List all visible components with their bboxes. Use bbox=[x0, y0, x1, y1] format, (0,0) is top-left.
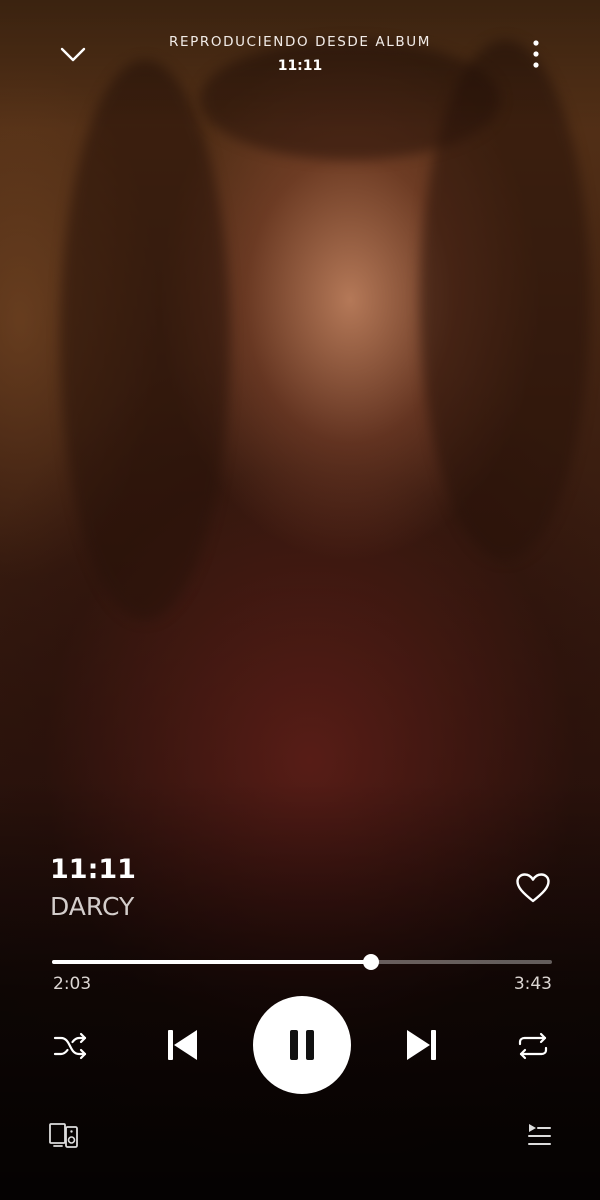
repeat-button[interactable] bbox=[510, 1024, 556, 1068]
more-vertical-icon bbox=[533, 40, 539, 68]
queue-button[interactable] bbox=[520, 1118, 558, 1152]
connect-devices-button[interactable] bbox=[44, 1118, 84, 1152]
pause-icon bbox=[290, 1030, 314, 1060]
progress-knob[interactable] bbox=[362, 954, 379, 970]
skip-next-icon bbox=[407, 1030, 436, 1060]
album-title[interactable]: 11:11 bbox=[0, 58, 600, 74]
track-title[interactable]: 11:11 bbox=[50, 854, 136, 885]
heart-outline-icon bbox=[516, 873, 550, 903]
shuffle-button[interactable] bbox=[48, 1024, 92, 1068]
like-button[interactable] bbox=[508, 866, 558, 910]
elapsed-time: 2:03 bbox=[53, 974, 92, 994]
next-button[interactable] bbox=[398, 1020, 446, 1070]
shuffle-icon bbox=[53, 1032, 87, 1060]
more-options-button[interactable] bbox=[520, 34, 552, 74]
now-playing-screen: REPRODUCIENDO DESDE ALBUM 11:11 11:11 DA… bbox=[0, 0, 600, 1200]
track-artist[interactable]: DARCY bbox=[50, 892, 134, 921]
previous-button[interactable] bbox=[158, 1020, 206, 1070]
progress-fill bbox=[52, 960, 371, 964]
skip-previous-icon bbox=[168, 1030, 197, 1060]
play-pause-button[interactable] bbox=[253, 996, 351, 1094]
repeat-icon bbox=[518, 1032, 548, 1060]
devices-icon bbox=[49, 1123, 78, 1148]
playing-context-label: REPRODUCIENDO DESDE ALBUM bbox=[169, 34, 431, 50]
total-time: 3:43 bbox=[513, 974, 552, 994]
queue-icon bbox=[528, 1124, 551, 1145]
progress-bar[interactable] bbox=[52, 954, 552, 970]
